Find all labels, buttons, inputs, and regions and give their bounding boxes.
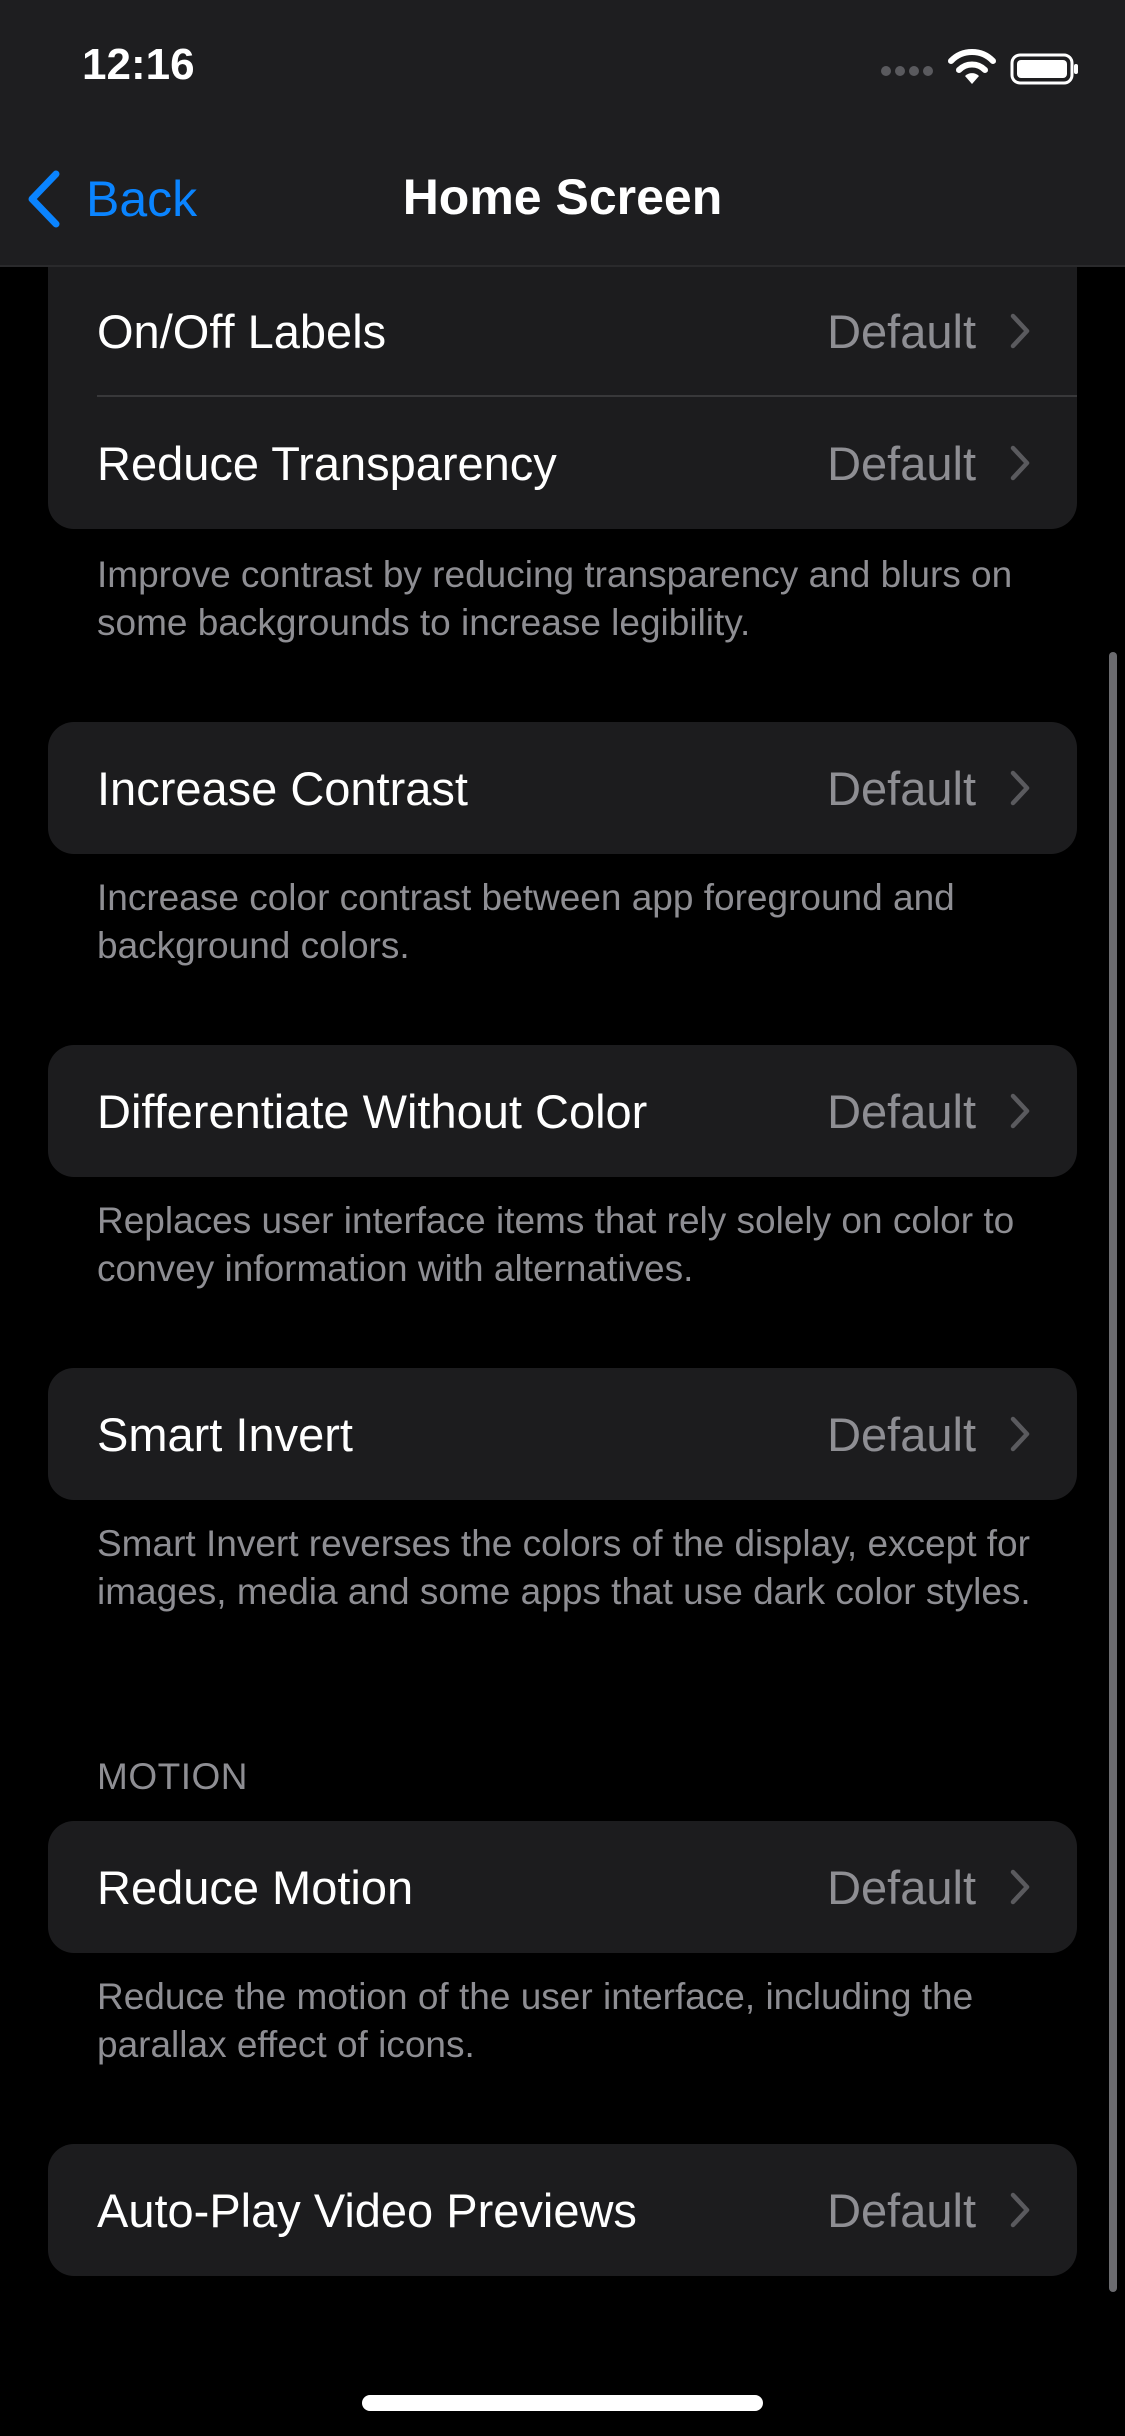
reduce-motion-row[interactable]: Reduce Motion Default xyxy=(48,1821,1077,1953)
reduce-motion-footnote: Reduce the motion of the user interface,… xyxy=(97,1976,974,2065)
cellular-signal-icon xyxy=(881,66,933,76)
motion-section-header: MOTION xyxy=(97,1756,248,1797)
differentiate-without-color-footnote: Replaces user interface items that rely … xyxy=(97,1200,1015,1289)
differentiate-without-color-group: Differentiate Without Color Default xyxy=(48,1045,1077,1177)
chevron-right-icon xyxy=(1010,445,1030,481)
row-value: Default xyxy=(827,304,976,358)
row-value: Default xyxy=(827,1407,976,1461)
row-label: Increase Contrast xyxy=(97,761,468,815)
row-label: Auto-Play Video Previews xyxy=(97,2183,637,2237)
smart-invert-row[interactable]: Smart Invert Default xyxy=(48,1368,1077,1500)
reduce-motion-group: Reduce Motion Default xyxy=(48,1821,1077,1953)
row-label: Smart Invert xyxy=(97,1407,353,1461)
row-value: Default xyxy=(827,2183,976,2237)
page-title: Home Screen xyxy=(402,169,723,225)
row-value: Default xyxy=(827,1084,976,1138)
chevron-right-icon xyxy=(1010,2192,1030,2228)
chevron-right-icon xyxy=(1010,1093,1030,1129)
row-value: Default xyxy=(827,761,976,815)
chevron-right-icon xyxy=(1010,1869,1030,1905)
chevron-right-icon xyxy=(1010,313,1030,349)
row-value: Default xyxy=(827,1860,976,1914)
home-indicator[interactable] xyxy=(362,2395,763,2411)
row-label: Reduce Transparency xyxy=(97,436,557,490)
status-time: 12:16 xyxy=(82,40,195,89)
smart-invert-footnote: Smart Invert reverses the colors of the … xyxy=(97,1523,1031,1612)
battery-icon xyxy=(1010,53,1078,85)
reduce-transparency-footnote: Improve contrast by reducing transparenc… xyxy=(97,554,1013,643)
auto-play-video-previews-group: Auto-Play Video Previews Default xyxy=(48,2144,1077,2276)
row-label: Differentiate Without Color xyxy=(97,1084,648,1138)
display-settings-group: On/Off Labels Default Reduce Transparenc… xyxy=(48,265,1077,529)
row-value: Default xyxy=(827,436,976,490)
reduce-transparency-row[interactable]: Reduce Transparency Default xyxy=(48,397,1077,529)
row-label: On/Off Labels xyxy=(97,304,387,358)
differentiate-without-color-row[interactable]: Differentiate Without Color Default xyxy=(48,1045,1077,1177)
wifi-icon xyxy=(948,49,996,84)
chevron-right-icon xyxy=(1010,770,1030,806)
increase-contrast-footnote: Increase color contrast between app fore… xyxy=(97,877,955,966)
increase-contrast-group: Increase Contrast Default xyxy=(48,722,1077,854)
increase-contrast-row[interactable]: Increase Contrast Default xyxy=(48,722,1077,854)
smart-invert-group: Smart Invert Default xyxy=(48,1368,1077,1500)
chevron-right-icon xyxy=(1010,1416,1030,1452)
settings-list: On/Off Labels Default Reduce Transparenc… xyxy=(0,0,1125,2436)
navigation-bar: 12:16 Back Home Screen xyxy=(0,0,1125,267)
scrollbar[interactable] xyxy=(1109,652,1117,2292)
row-label: Reduce Motion xyxy=(97,1860,414,1914)
on-off-labels-row[interactable]: On/Off Labels Default xyxy=(48,265,1077,397)
auto-play-video-previews-row[interactable]: Auto-Play Video Previews Default xyxy=(48,2144,1077,2276)
